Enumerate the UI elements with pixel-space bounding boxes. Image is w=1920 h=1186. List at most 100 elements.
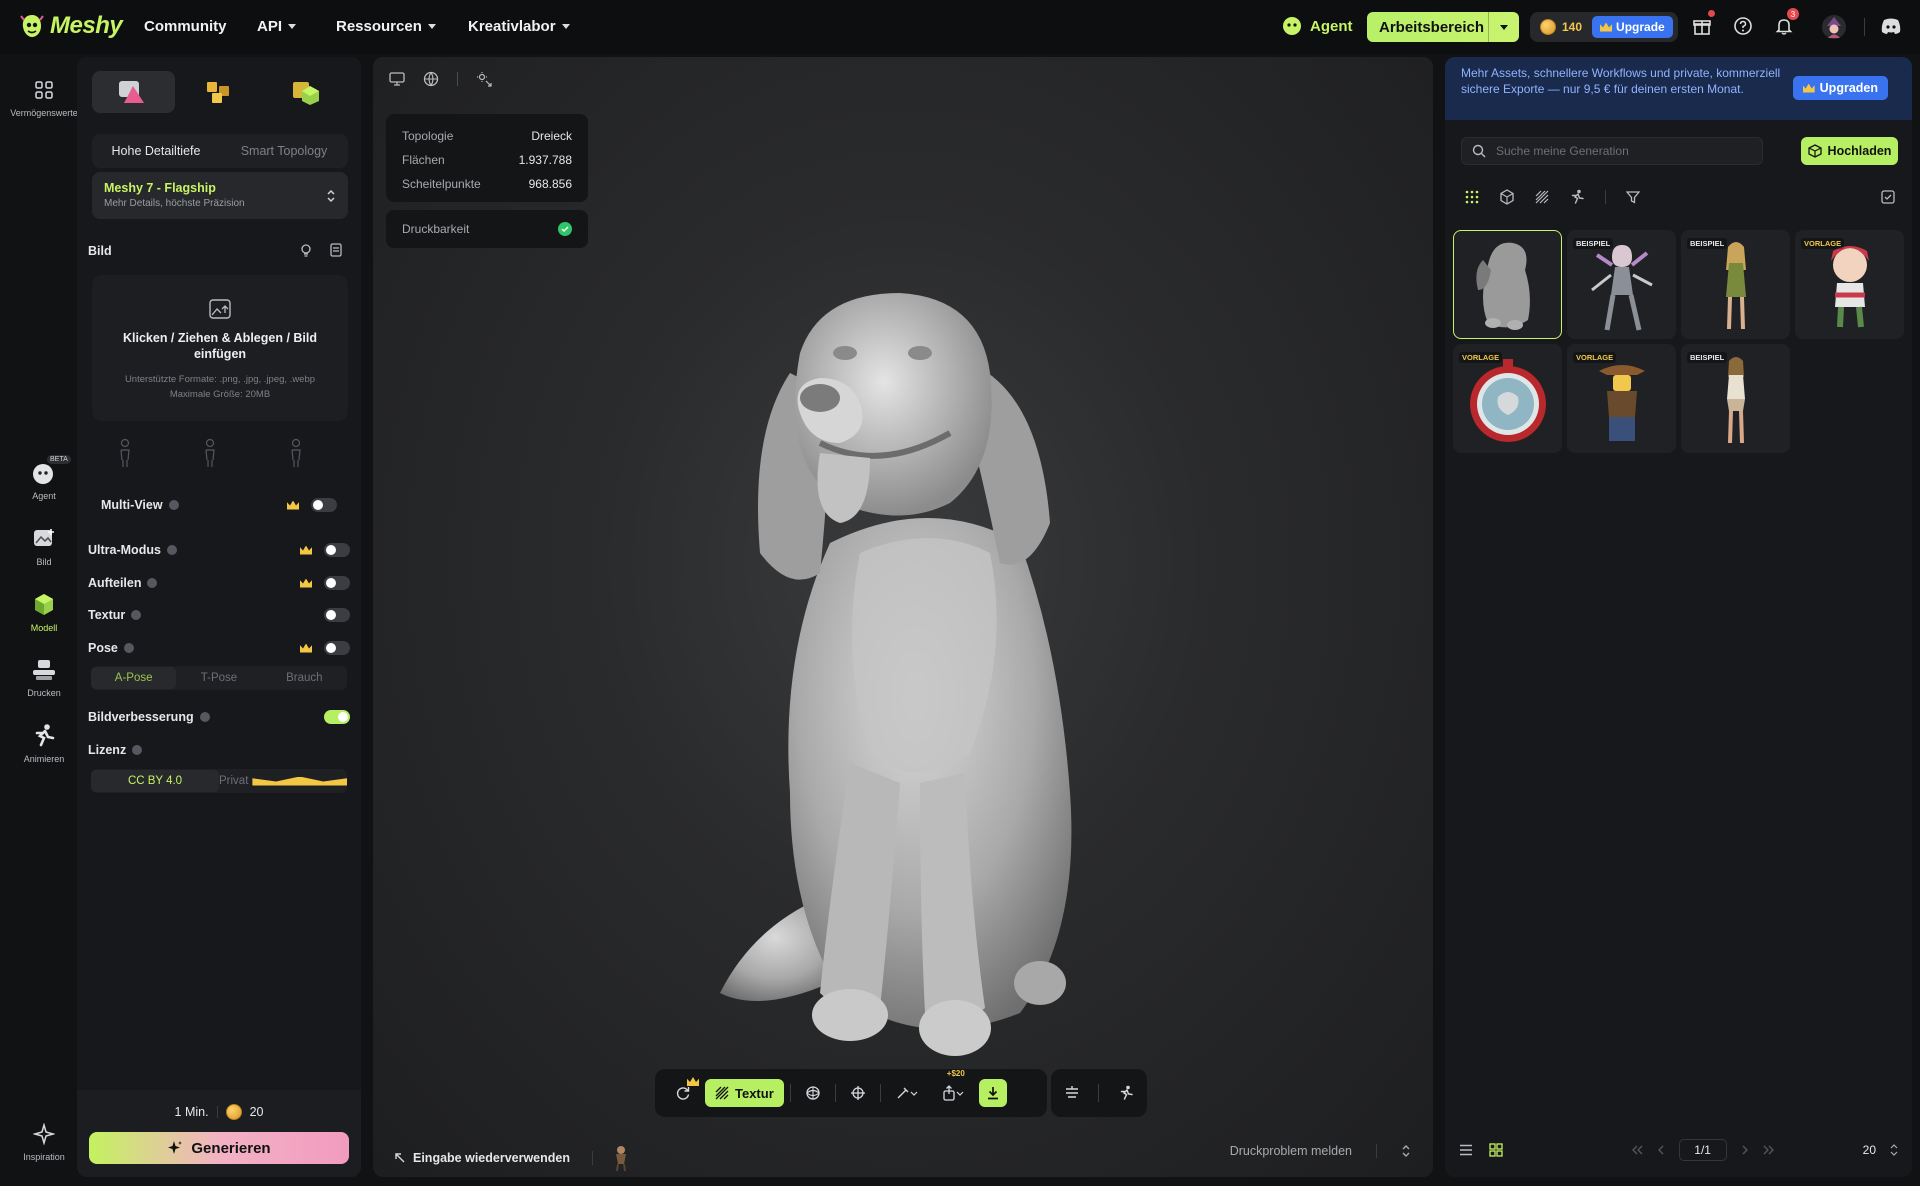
nav-ressourcen[interactable]: Ressourcen bbox=[336, 18, 436, 35]
info-icon[interactable] bbox=[199, 712, 210, 722]
info-icon[interactable] bbox=[147, 578, 158, 588]
info-icon[interactable] bbox=[132, 745, 143, 755]
report-print-issue[interactable]: Druckproblem melden bbox=[1230, 1144, 1352, 1158]
asset-card[interactable] bbox=[1453, 230, 1562, 339]
front-view-figure-icon[interactable] bbox=[118, 438, 132, 468]
tab-high-detail[interactable]: Hohe Detailtiefe bbox=[92, 144, 220, 158]
animation-filter-icon[interactable] bbox=[1569, 189, 1585, 205]
rail-item-animate[interactable]: Animieren bbox=[0, 722, 88, 764]
paint-tool-button[interactable] bbox=[887, 1077, 927, 1109]
card-tag: BEISPIEL bbox=[1573, 238, 1614, 249]
promo-text: Mehr Assets, schnellere Workflows und pr… bbox=[1461, 66, 1781, 96]
next-page-icon[interactable] bbox=[1741, 1145, 1749, 1155]
tab-multi-object[interactable] bbox=[179, 71, 262, 113]
nav-community[interactable]: Community bbox=[144, 18, 227, 35]
workspace-dropdown[interactable] bbox=[1488, 12, 1519, 42]
asset-card[interactable]: BEISPIEL bbox=[1681, 230, 1790, 339]
workspace-button[interactable]: Arbeitsbereich bbox=[1367, 12, 1519, 42]
cube-filter-icon[interactable] bbox=[1499, 189, 1515, 205]
asset-card[interactable]: VORLAGE bbox=[1453, 344, 1562, 453]
page-indicator[interactable]: 1/1 bbox=[1678, 1139, 1727, 1161]
user-avatar[interactable] bbox=[1821, 14, 1847, 40]
license-private[interactable]: Privat bbox=[219, 775, 347, 787]
rail-item-image[interactable]: Bild bbox=[0, 525, 88, 567]
prev-page-icon[interactable] bbox=[1657, 1145, 1665, 1155]
texture-button[interactable]: Textur bbox=[705, 1079, 784, 1107]
pose-toggle[interactable] bbox=[324, 641, 350, 655]
split-toggle[interactable] bbox=[324, 576, 350, 590]
rail-item-model[interactable]: Modell bbox=[0, 591, 88, 633]
back-view-figure-icon[interactable] bbox=[289, 438, 303, 468]
asset-card[interactable]: BEISPIEL bbox=[1567, 230, 1676, 339]
upload-button[interactable]: Hochladen bbox=[1801, 137, 1898, 165]
image-enhance-toggle[interactable] bbox=[324, 710, 350, 724]
divider bbox=[1376, 1144, 1377, 1158]
rail-item-assets[interactable]: Vermögenswerte bbox=[0, 76, 88, 118]
lightbulb-icon[interactable] bbox=[299, 243, 313, 257]
tab-smart-topology[interactable]: Smart Topology bbox=[220, 144, 348, 158]
upload-label: Hochladen bbox=[1827, 144, 1892, 158]
tab-image-to-3d[interactable] bbox=[92, 71, 175, 113]
nav-kreativlabor[interactable]: Kreativlabor bbox=[468, 18, 570, 35]
chevron-updown-icon[interactable] bbox=[1401, 1144, 1411, 1158]
rail-item-agent[interactable]: BETA Agent bbox=[0, 455, 88, 501]
chevron-updown-icon[interactable] bbox=[1890, 1144, 1898, 1156]
info-icon[interactable] bbox=[131, 610, 142, 620]
texture-filter-icon[interactable] bbox=[1535, 190, 1549, 204]
all-grid-icon[interactable] bbox=[1465, 190, 1479, 204]
model-viewer[interactable]: Topologie Dreieck Flächen 1.937.788 Scheit… bbox=[373, 57, 1433, 1177]
list-view-icon[interactable] bbox=[1459, 1144, 1473, 1156]
search-input[interactable] bbox=[1496, 144, 1756, 158]
select-checkbox-icon[interactable] bbox=[1881, 190, 1895, 204]
grid-view-icon[interactable] bbox=[1489, 1143, 1503, 1157]
document-icon[interactable] bbox=[330, 243, 342, 257]
info-icon[interactable] bbox=[123, 643, 134, 653]
tab-retexture[interactable] bbox=[265, 71, 348, 113]
license-cc-by[interactable]: CC BY 4.0 bbox=[91, 770, 219, 792]
regenerate-button[interactable] bbox=[667, 1077, 699, 1109]
agent-button[interactable]: Agent bbox=[1282, 16, 1353, 36]
printability-status[interactable]: Druckbarkeit bbox=[386, 210, 588, 248]
info-icon[interactable] bbox=[168, 500, 179, 510]
image-dropzone[interactable]: Klicken / Ziehen & Ablegen / Bild einfüg… bbox=[92, 275, 348, 421]
promo-upgrade-button[interactable]: Upgraden bbox=[1792, 76, 1888, 100]
transform-button[interactable] bbox=[842, 1077, 874, 1109]
asset-card[interactable]: BEISPIEL bbox=[1681, 344, 1790, 453]
side-view-figure-icon[interactable] bbox=[203, 438, 217, 468]
lighting-icon[interactable] bbox=[476, 71, 492, 87]
remesh-button[interactable] bbox=[797, 1077, 829, 1109]
input-thumbnail[interactable] bbox=[611, 1144, 631, 1172]
rail-item-inspiration[interactable]: Inspiration bbox=[0, 1120, 88, 1162]
export-button[interactable]: +$20 bbox=[933, 1069, 973, 1109]
notifications-button[interactable]: 3 bbox=[1774, 8, 1799, 38]
filter-funnel-icon[interactable] bbox=[1626, 190, 1640, 204]
ultra-mode-toggle[interactable] bbox=[324, 543, 350, 557]
upgrade-button[interactable]: Upgrade bbox=[1592, 16, 1673, 38]
monitor-icon[interactable] bbox=[389, 72, 405, 86]
dog-3d-model[interactable] bbox=[720, 293, 1120, 1093]
model-select[interactable]: Meshy 7 - Flagship Mehr Details, höchste… bbox=[92, 172, 348, 219]
asset-card[interactable]: VORLAGE bbox=[1795, 230, 1904, 339]
first-page-icon[interactable] bbox=[1631, 1145, 1643, 1155]
generate-button[interactable]: Generieren bbox=[89, 1132, 349, 1164]
rail-item-print[interactable]: Drucken bbox=[0, 656, 88, 698]
texture-toggle[interactable] bbox=[324, 608, 350, 622]
asset-card[interactable]: VORLAGE bbox=[1567, 344, 1676, 453]
info-icon[interactable] bbox=[166, 545, 177, 555]
help-button[interactable] bbox=[1733, 16, 1755, 38]
discord-button[interactable] bbox=[1880, 16, 1902, 38]
nav-api[interactable]: API bbox=[257, 18, 297, 35]
animate-button[interactable] bbox=[1110, 1077, 1142, 1109]
pose-a[interactable]: A-Pose bbox=[91, 667, 177, 689]
download-button[interactable] bbox=[978, 1079, 1007, 1107]
reuse-input-button[interactable]: Eingabe wiederverwenden bbox=[395, 1144, 631, 1172]
meshy-logo[interactable]: Meshy bbox=[20, 12, 123, 40]
print-settings-button[interactable] bbox=[1056, 1077, 1088, 1109]
globe-icon[interactable] bbox=[423, 71, 439, 87]
per-page-value[interactable]: 20 bbox=[1863, 1143, 1876, 1157]
pose-t[interactable]: T-Pose bbox=[176, 672, 261, 684]
last-page-icon[interactable] bbox=[1763, 1145, 1775, 1155]
gift-button[interactable] bbox=[1692, 10, 1715, 38]
multi-view-toggle[interactable] bbox=[311, 498, 337, 512]
pose-custom[interactable]: Brauch bbox=[262, 672, 347, 684]
